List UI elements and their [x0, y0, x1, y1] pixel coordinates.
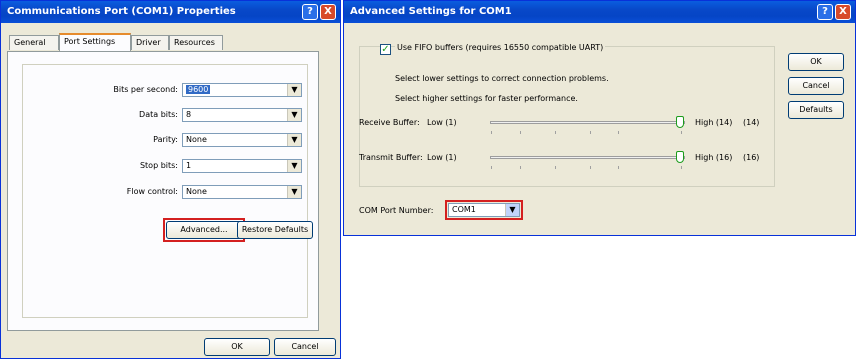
receive-high-label: High (14)	[695, 118, 733, 127]
flow-control-label: Flow control:	[126, 187, 178, 196]
transmit-tick	[590, 166, 591, 169]
cancel-button[interactable]: Cancel	[274, 338, 336, 356]
ok-button[interactable]: OK	[204, 338, 270, 356]
flow-control-value: None	[186, 187, 207, 196]
tab-resources[interactable]: Resources	[169, 35, 223, 50]
data-bits-value: 8	[186, 110, 192, 119]
parity-value: None	[186, 135, 207, 144]
flow-control-select[interactable]: None ▼	[182, 185, 302, 199]
port-settings-group: Bits per second: 9600 ▼ Data bits: 8 ▼ P…	[22, 64, 313, 318]
transmit-buffer-label: Transmit Buffer:	[359, 153, 423, 162]
fifo-checkbox[interactable]: ✓	[380, 44, 391, 55]
receive-slider-thumb[interactable]	[676, 116, 684, 128]
stop-bits-value: 1	[186, 161, 192, 170]
bits-per-second-select[interactable]: 9600 ▼	[182, 83, 302, 97]
transmit-tick	[491, 166, 492, 169]
advanced-highlight-box	[163, 218, 245, 242]
transmit-slider-thumb[interactable]	[676, 151, 684, 163]
stop-bits-label: Stop bits:	[139, 161, 178, 170]
receive-tick	[555, 131, 556, 134]
transmit-tick	[555, 166, 556, 169]
transmit-buffer-slider[interactable]	[490, 156, 685, 159]
tab-port-settings[interactable]: Port Settings	[59, 33, 131, 51]
advanced-title-bar[interactable]: Advanced Settings for COM1 ? X	[344, 1, 855, 23]
restore-defaults-button[interactable]: Restore Defaults	[237, 221, 313, 239]
chevron-down-icon: ▼	[287, 134, 301, 146]
receive-buffer-label: Receive Buffer:	[359, 118, 420, 127]
adv-cancel-button[interactable]: Cancel	[788, 77, 844, 95]
data-bits-select[interactable]: 8 ▼	[182, 108, 302, 122]
transmit-high-label: High (16)	[695, 153, 733, 162]
close-icon[interactable]: X	[835, 4, 851, 20]
receive-value-label: (14)	[743, 118, 760, 127]
chevron-down-icon: ▼	[287, 186, 301, 198]
receive-tick	[590, 131, 591, 134]
transmit-value-label: (16)	[743, 153, 760, 162]
com-port-highlight-box	[445, 200, 523, 220]
data-bits-label: Data bits:	[139, 110, 178, 119]
fifo-group: ✓ Use FIFO buffers (requires 16550 compa…	[359, 43, 775, 187]
transmit-tick	[520, 166, 521, 169]
properties-title: Communications Port (COM1) Properties	[7, 6, 236, 17]
chevron-down-icon: ▼	[287, 84, 301, 96]
receive-low-label: Low (1)	[427, 118, 457, 127]
transmit-low-label: Low (1)	[427, 153, 457, 162]
port-settings-pane: Bits per second: 9600 ▼ Data bits: 8 ▼ P…	[7, 51, 319, 331]
adv-defaults-button[interactable]: Defaults	[788, 101, 844, 119]
receive-tick	[681, 131, 682, 134]
tab-general[interactable]: General	[9, 35, 59, 50]
receive-tick	[618, 131, 619, 134]
properties-title-bar[interactable]: Communications Port (COM1) Properties ? …	[1, 1, 340, 23]
hint-lower: Select lower settings to correct connect…	[395, 74, 609, 83]
stop-bits-select[interactable]: 1 ▼	[182, 159, 302, 173]
chevron-down-icon: ▼	[287, 160, 301, 172]
com1-properties-window: Communications Port (COM1) Properties ? …	[0, 0, 341, 359]
receive-buffer-slider[interactable]	[490, 121, 685, 124]
chevron-down-icon: ▼	[287, 109, 301, 121]
hint-higher: Select higher settings for faster perfor…	[395, 94, 578, 103]
fifo-label: Use FIFO buffers (requires 16550 compati…	[395, 43, 606, 52]
advanced-settings-window: Advanced Settings for COM1 ? X ✓ Use FIF…	[343, 0, 856, 236]
com-port-label: COM Port Number:	[359, 206, 434, 215]
help-icon[interactable]: ?	[817, 4, 833, 20]
bits-per-second-label: Bits per second:	[113, 85, 178, 94]
transmit-tick	[618, 166, 619, 169]
adv-ok-button[interactable]: OK	[788, 53, 844, 71]
bits-per-second-value: 9600	[186, 85, 211, 94]
tab-driver[interactable]: Driver	[131, 35, 169, 50]
advanced-title: Advanced Settings for COM1	[350, 6, 512, 17]
parity-select[interactable]: None ▼	[182, 133, 302, 147]
transmit-tick	[681, 166, 682, 169]
help-icon[interactable]: ?	[302, 4, 318, 20]
parity-label: Parity:	[153, 135, 178, 144]
receive-tick	[520, 131, 521, 134]
receive-tick	[491, 131, 492, 134]
close-icon[interactable]: X	[320, 4, 336, 20]
